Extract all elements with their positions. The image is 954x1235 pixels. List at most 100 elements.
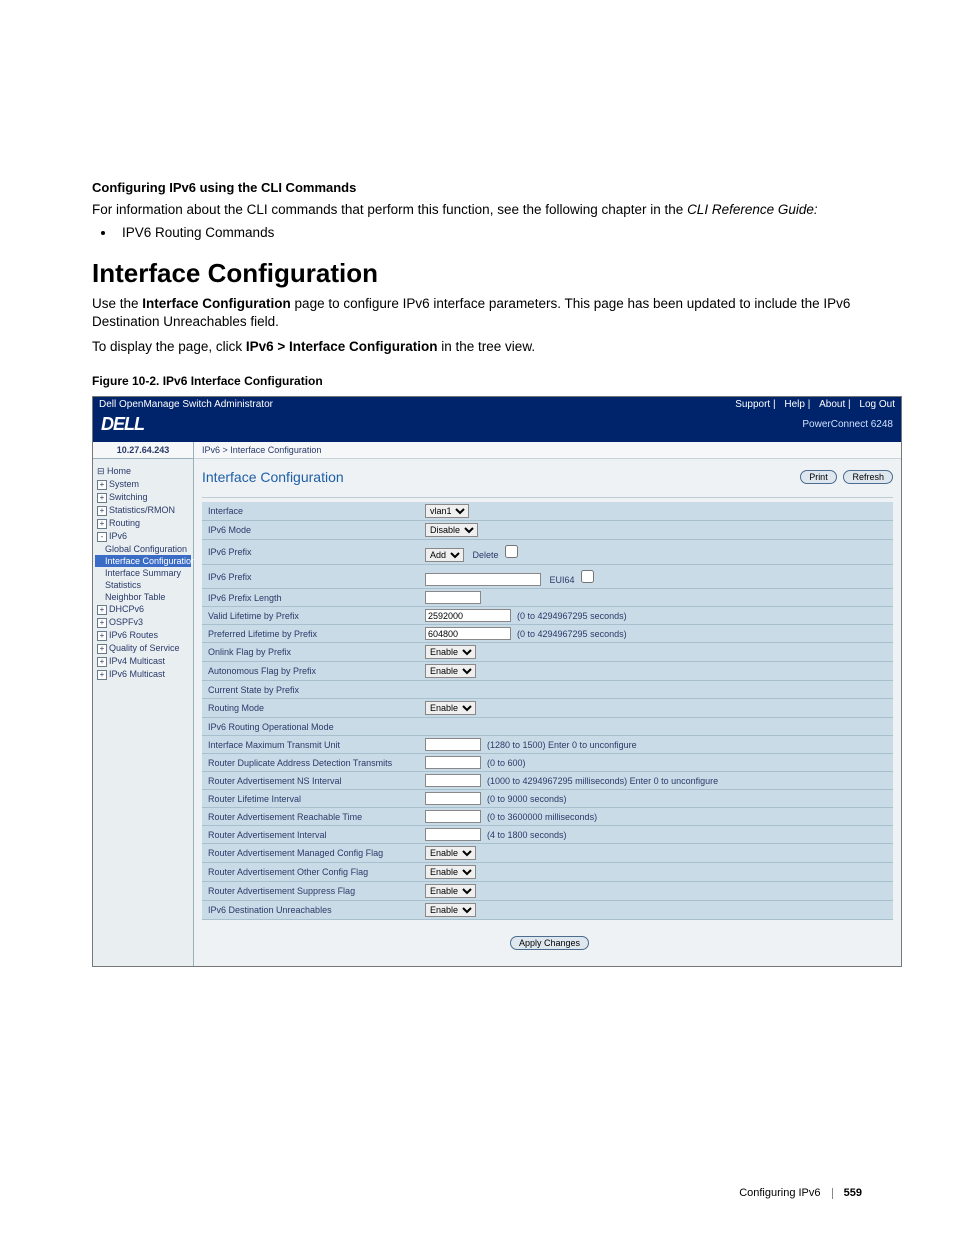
expand-icon[interactable]: + (97, 670, 107, 680)
text-input[interactable] (425, 756, 481, 769)
text-input[interactable] (425, 627, 511, 640)
field-value: Enable (419, 699, 893, 718)
expand-icon[interactable]: + (97, 644, 107, 654)
field-label: Current State by Prefix (202, 681, 419, 699)
tree-item[interactable]: +IPv6 Multicast (95, 668, 191, 681)
expand-icon[interactable]: + (97, 506, 107, 516)
expand-icon[interactable]: + (97, 493, 107, 503)
text-input[interactable] (425, 738, 481, 751)
para-cli-a: For information about the CLI commands t… (92, 202, 687, 217)
field-label: Router Advertisement Managed Config Flag (202, 844, 419, 863)
select-input[interactable]: Enable (425, 903, 476, 917)
text-input[interactable] (425, 573, 541, 586)
tree-item-label: Routing (109, 518, 140, 528)
tree-item[interactable]: +IPv6 Routes (95, 629, 191, 642)
text-input[interactable] (425, 792, 481, 805)
field-value: Add Delete (419, 539, 893, 564)
main-panel: IPv6 > Interface Configuration Interface… (194, 442, 901, 967)
select-input[interactable]: Add (425, 548, 464, 562)
breadcrumb: IPv6 > Interface Configuration (194, 442, 901, 459)
tree-item[interactable]: Interface Summary (95, 567, 191, 579)
expand-icon[interactable]: + (97, 480, 107, 490)
model-label: PowerConnect 6248 (802, 419, 893, 430)
tree-item[interactable]: Neighbor Table (95, 591, 191, 603)
para2-a: To display the page, click (92, 339, 246, 354)
table-row: Router Advertisement Managed Config Flag… (202, 844, 893, 863)
tree-item[interactable]: +IPv4 Multicast (95, 655, 191, 668)
select-input[interactable]: Enable (425, 865, 476, 879)
tree-item-label: Interface Summary (105, 568, 181, 578)
text-input[interactable] (425, 774, 481, 787)
tree-item-label: Statistics (105, 580, 141, 590)
table-row: Router Advertisement Suppress FlagEnable (202, 882, 893, 901)
text-input[interactable] (425, 591, 481, 604)
field-value: (0 to 3600000 milliseconds) (419, 808, 893, 826)
text-input[interactable] (425, 828, 481, 841)
field-value: (1000 to 4294967295 milliseconds) Enter … (419, 772, 893, 790)
field-value: (0 to 4294967295 seconds) (419, 625, 893, 643)
select-input[interactable]: Disable (425, 523, 478, 537)
field-label: IPv6 Prefix (202, 564, 419, 589)
field-value: EUI64 (419, 564, 893, 589)
select-input[interactable]: Enable (425, 884, 476, 898)
apply-changes-button[interactable]: Apply Changes (510, 936, 589, 950)
table-row: Valid Lifetime by Prefix(0 to 4294967295… (202, 607, 893, 625)
hint-text: (1000 to 4294967295 milliseconds) Enter … (481, 776, 718, 786)
tree-item-label: ⊟ Home (97, 466, 131, 476)
refresh-button[interactable]: Refresh (843, 470, 893, 484)
tree-item[interactable]: -IPv6 (95, 530, 191, 543)
select-input[interactable]: Enable (425, 645, 476, 659)
link-about[interactable]: About (819, 399, 845, 410)
select-input[interactable]: vlan1 (425, 504, 469, 518)
hint-text: (0 to 600) (481, 758, 526, 768)
expand-icon[interactable]: + (97, 519, 107, 529)
field-value: (4 to 1800 seconds) (419, 826, 893, 844)
select-input[interactable]: Enable (425, 846, 476, 860)
tree-item[interactable]: +OSPFv3 (95, 616, 191, 629)
eui64-checkbox[interactable] (581, 570, 594, 583)
para-cli-italic: CLI Reference Guide: (687, 202, 818, 217)
tree-item-label: Switching (109, 492, 148, 502)
link-help[interactable]: Help (784, 399, 805, 410)
page-number: 559 (844, 1187, 862, 1199)
tree-item[interactable]: Statistics (95, 579, 191, 591)
tree-item[interactable]: +Routing (95, 517, 191, 530)
hint-text: (0 to 4294967295 seconds) (511, 629, 627, 639)
tree-item[interactable]: +Quality of Service (95, 642, 191, 655)
expand-icon[interactable]: + (97, 657, 107, 667)
text-input[interactable] (425, 609, 511, 622)
hint-text: (0 to 3600000 milliseconds) (481, 812, 597, 822)
field-label: IPv6 Prefix (202, 539, 419, 564)
expand-icon[interactable]: + (97, 618, 107, 628)
field-label: Routing Mode (202, 699, 419, 718)
collapse-icon[interactable]: - (97, 532, 107, 542)
tree-item[interactable]: +System (95, 478, 191, 491)
tree-item[interactable]: ⊟ Home (95, 465, 191, 478)
field-value: Enable (419, 882, 893, 901)
tree-item[interactable]: Global Configuration (95, 543, 191, 555)
delete-checkbox[interactable] (505, 545, 518, 558)
tree-item[interactable]: +DHCPv6 (95, 603, 191, 616)
field-value: Enable (419, 662, 893, 681)
app-title: Dell OpenManage Switch Administrator (99, 399, 273, 410)
expand-icon[interactable]: + (97, 605, 107, 615)
table-row: Autonomous Flag by PrefixEnable (202, 662, 893, 681)
print-button[interactable]: Print (800, 470, 837, 484)
crumb-a[interactable]: IPv6 (202, 445, 220, 455)
crumb-sep: > (220, 445, 230, 455)
expand-icon[interactable]: + (97, 631, 107, 641)
table-row: Interfacevlan1 (202, 502, 893, 521)
select-input[interactable]: Enable (425, 664, 476, 678)
field-label: Valid Lifetime by Prefix (202, 607, 419, 625)
page-footer: Configuring IPv6 559 (739, 1187, 862, 1199)
table-row: IPv6 Prefix EUI64 (202, 564, 893, 589)
tree-item[interactable]: Interface Configuration (95, 555, 191, 567)
text-input[interactable] (425, 810, 481, 823)
link-support[interactable]: Support (735, 399, 770, 410)
table-row: Router Duplicate Address Detection Trans… (202, 754, 893, 772)
figure-caption: Figure 10-2. IPv6 Interface Configuratio… (92, 374, 862, 388)
link-logout[interactable]: Log Out (859, 399, 895, 410)
tree-item[interactable]: +Switching (95, 491, 191, 504)
tree-item[interactable]: +Statistics/RMON (95, 504, 191, 517)
select-input[interactable]: Enable (425, 701, 476, 715)
